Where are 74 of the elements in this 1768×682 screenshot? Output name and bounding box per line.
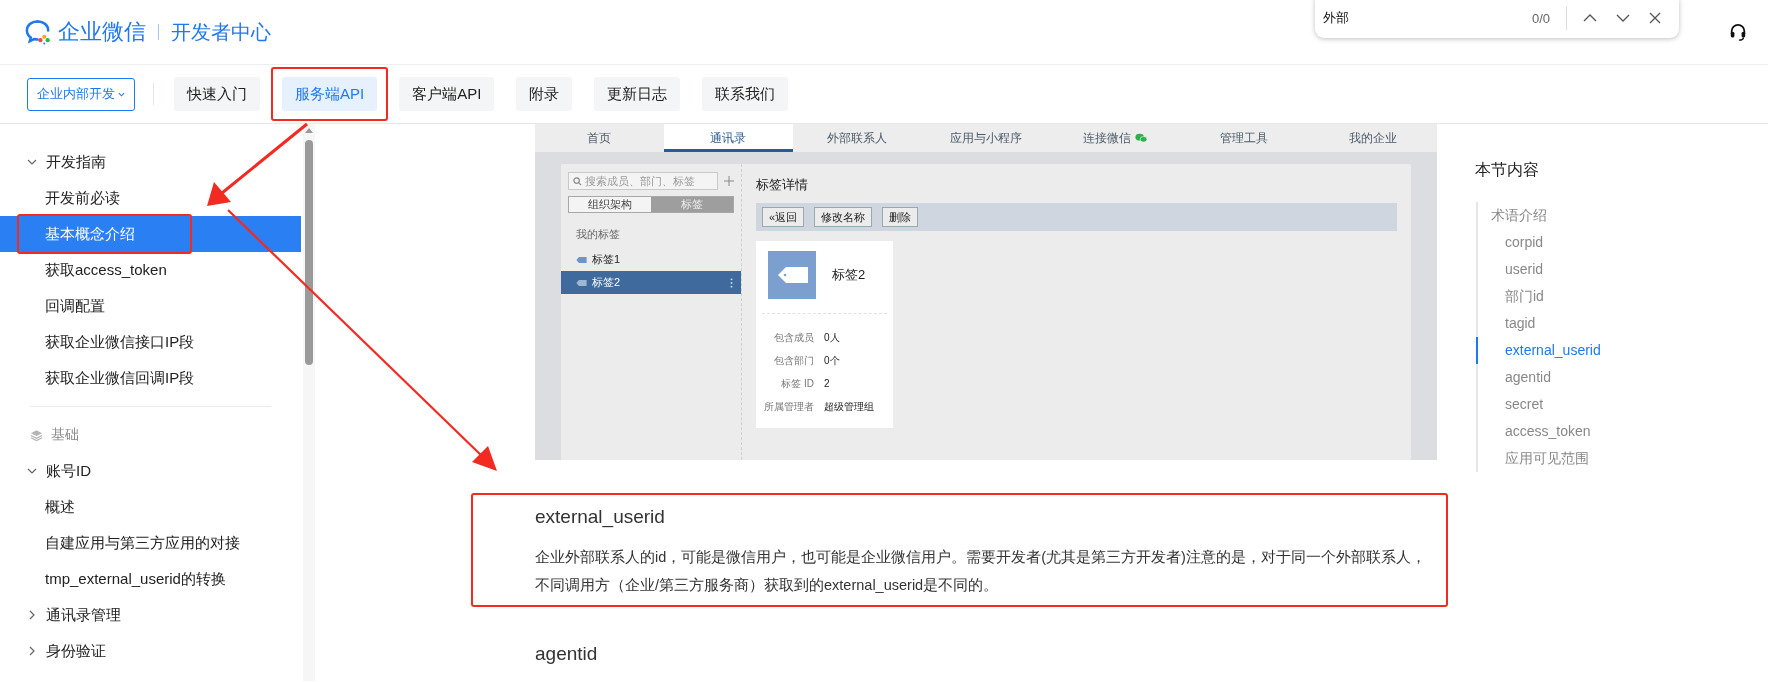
sidebar-section[interactable]: 身份验证 [0, 633, 301, 669]
section-heading: external_userid [535, 505, 666, 530]
nav-tab[interactable]: 服务端API [282, 77, 378, 111]
site-title: 开发者中心 [171, 19, 271, 45]
tab-label: 外部联系人 [826, 129, 889, 147]
nav-tab[interactable]: 联系我们 [702, 77, 789, 111]
field-value: 0个 [824, 353, 840, 368]
sidebar-item[interactable]: 基本概念介绍 [0, 216, 301, 252]
category-label: 基础 [51, 426, 79, 444]
field-label: 包含成员 [773, 330, 814, 345]
sidebar-item[interactable]: tmp_external_userid的转换 [0, 561, 301, 597]
field-label: 所属管理者 [763, 399, 814, 414]
tag-icon [576, 256, 587, 263]
scroll-up-icon[interactable] [305, 128, 313, 133]
match-count: 0/0 [1531, 10, 1550, 26]
tag-name: 标签2 [832, 266, 866, 284]
toc-link[interactable]: access_token [1476, 418, 1705, 445]
headset-icon[interactable] [1729, 23, 1747, 41]
toc-link[interactable]: userid [1476, 256, 1705, 283]
logo-icon [25, 19, 52, 45]
sidebar-item[interactable]: 获取access_token [0, 252, 301, 288]
sidebar-item[interactable]: 回调配置 [0, 288, 301, 324]
previous-match-icon[interactable] [1583, 14, 1597, 22]
toc-link[interactable]: agentid [1476, 364, 1705, 391]
tag-row: 标签1 [561, 248, 741, 271]
sidebar-item[interactable]: 概述 [0, 489, 301, 525]
add-icon [724, 176, 734, 186]
section-text: 企业外部联系人的id，可能是微信用户，也可能是企业微信用户。需要开发者(尤其是第三方开发者)注意的是，对于同一个外部联系人，不同调用方（企业/第三方服务商）获取到的external_userid是不同的。 [535, 548, 1427, 595]
field-label: 标签 ID [780, 376, 814, 391]
toc-link[interactable]: external_userid [1476, 337, 1705, 364]
tab-label: 应用与小程序 [949, 129, 1023, 147]
sidebar-item[interactable]: 自建应用与第三方应用的对接 [0, 525, 301, 561]
toc-link[interactable]: 部门id [1476, 283, 1705, 310]
nav-tab[interactable]: 更新日志 [594, 77, 681, 111]
detail-title: 标签详情 [756, 176, 809, 194]
toc-link[interactable]: corpid [1476, 229, 1705, 256]
list-title: 我的标签 [575, 227, 621, 242]
toc-link[interactable]: 应用可见范围 [1476, 445, 1705, 472]
sidebar-section[interactable]: 开发指南 [0, 144, 301, 180]
toc-link[interactable]: 术语介绍 [1476, 202, 1705, 229]
nav-tab[interactable]: 快速入门 [174, 77, 260, 111]
next-match-icon[interactable] [1616, 14, 1630, 22]
sidebar-item[interactable]: 获取企业微信回调IP段 [0, 360, 301, 396]
find-field[interactable]: 外部 [1315, 10, 1473, 26]
nav-tab[interactable]: 客户端API [399, 77, 495, 111]
nav-tab[interactable]: 附录 [516, 77, 573, 111]
tag-row: 标签2 [561, 271, 741, 294]
sidebar-item[interactable]: 开发前必读 [0, 180, 301, 216]
toc-title: 本节内容 [1475, 160, 1540, 180]
tab-label: 首页 [586, 129, 613, 147]
category-dropdown[interactable]: 企业内部开发 [27, 77, 135, 111]
field-value: 0人 [824, 330, 840, 345]
logo-text[interactable]: 企业微信 [58, 17, 146, 47]
sidebar-section[interactable]: 账号ID [0, 453, 301, 489]
more-icon [730, 277, 733, 288]
tab-label: 连接微信 [1050, 124, 1180, 152]
tag-icon [576, 279, 587, 286]
sidebar-section[interactable]: 通讯录管理 [0, 597, 301, 633]
section-heading: agentid [535, 642, 599, 666]
field-value: 2 [824, 378, 830, 389]
layers-icon [30, 429, 43, 441]
toc-link[interactable]: secret [1476, 391, 1705, 418]
scrollbar[interactable] [303, 124, 315, 681]
field-label: 包含部门 [773, 353, 814, 368]
tab-label: 通讯录 [663, 124, 793, 152]
sidebar-item[interactable]: 获取企业微信接口IP段 [0, 324, 301, 360]
close-icon[interactable] [1649, 12, 1661, 24]
caret-icon [118, 91, 125, 97]
tag-icon [768, 251, 816, 299]
search-icon [573, 176, 582, 186]
tab-label: 我的企业 [1347, 129, 1398, 147]
toc-link[interactable]: tagid [1476, 310, 1705, 337]
tab-label: 管理工具 [1218, 129, 1269, 147]
field-value: 超级管理组 [824, 399, 874, 414]
